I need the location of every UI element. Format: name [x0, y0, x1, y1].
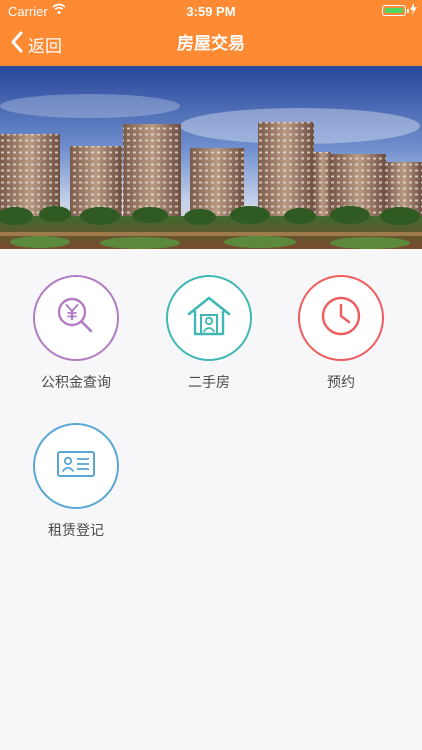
header-bar: Carrier 3:59 PM 返回 房屋交易: [0, 0, 422, 66]
clock-icon-circle: [298, 275, 384, 361]
charging-bolt-icon: [410, 3, 417, 18]
tile-fund-query[interactable]: 公积金查询: [10, 249, 142, 390]
tile-label: 二手房: [188, 374, 230, 390]
page-title: 房屋交易: [177, 34, 245, 53]
tile-appointment[interactable]: 预约: [275, 249, 407, 390]
id-card-icon-circle: [33, 423, 119, 509]
clock-icon: [319, 294, 363, 343]
house-person-icon: [186, 294, 232, 343]
tile-label: 预约: [327, 374, 355, 390]
house-icon-circle: [166, 275, 252, 361]
status-bar: Carrier 3:59 PM: [0, 0, 422, 22]
navigation-bar: 返回 房屋交易: [0, 22, 422, 66]
status-time: 3:59 PM: [186, 4, 236, 19]
tile-second-hand-house[interactable]: 二手房: [143, 249, 275, 390]
yuan-search-icon: [54, 294, 98, 343]
tile-rental-registration[interactable]: 租赁登记: [10, 397, 142, 538]
id-card-icon: [54, 446, 98, 487]
banner-image: [0, 66, 422, 249]
tile-label: 公积金查询: [41, 374, 111, 390]
tile-label: 租赁登记: [48, 522, 104, 538]
fund-icon-circle: [33, 275, 119, 361]
battery-icon: [382, 5, 409, 16]
